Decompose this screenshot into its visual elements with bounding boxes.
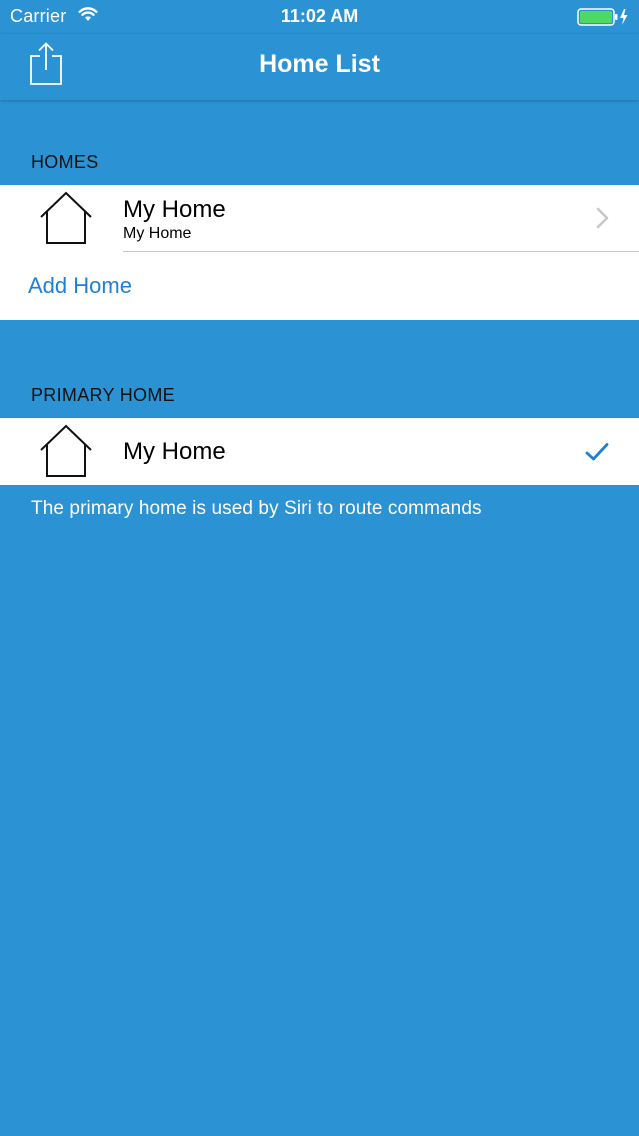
section-header-primary-home: PRIMARY HOME [31,385,175,405]
add-home-button[interactable]: Add Home [28,273,132,299]
primary-home-group: My Home [0,418,639,485]
section-footer-primary-home: The primary home is used by Siri to rout… [31,498,482,519]
primary-home-row[interactable]: My Home [0,418,639,485]
primary-home-row-title: My Home [123,438,226,465]
status-time: 11:02 AM [280,6,359,26]
home-row[interactable]: My Home My Home [0,185,639,252]
home-row-subtitle: My Home [123,225,192,242]
house-icon [40,191,92,244]
checkmark-icon [585,443,609,461]
navigation-bar: Home List [0,34,639,100]
status-bar: Carrier 11:02 AM [0,0,639,34]
homes-group: My Home My Home Add Home [0,185,639,320]
add-home-row[interactable]: Add Home [0,252,639,320]
chevron-right-icon [596,207,609,229]
home-row-title: My Home [123,196,226,223]
page-title: Home List [259,50,380,78]
battery-charging-icon [577,8,628,26]
section-header-homes: HOMES [31,152,99,172]
house-icon [40,424,92,477]
